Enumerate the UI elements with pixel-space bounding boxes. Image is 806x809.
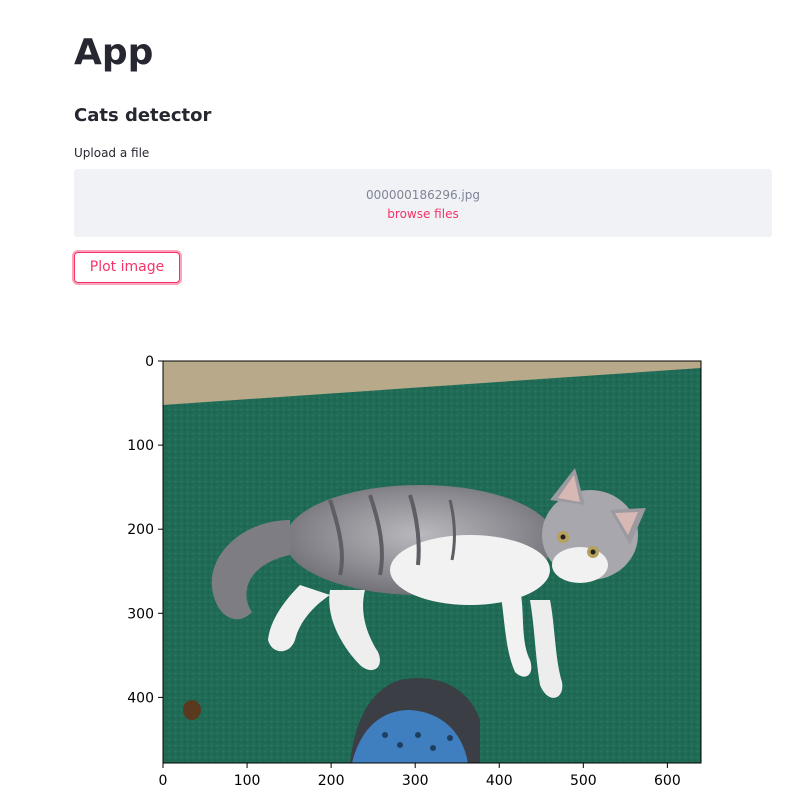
- cat-photo: [163, 361, 701, 763]
- x-tick-label: 300: [402, 773, 429, 789]
- x-tick-label: 400: [486, 773, 513, 789]
- y-tick-label: 100: [127, 438, 154, 454]
- x-tick-label: 0: [159, 773, 168, 789]
- x-tick-label: 600: [654, 773, 681, 789]
- y-tick-label: 0: [145, 354, 154, 370]
- x-axis: 0 100 200 300 400 500 600: [159, 763, 681, 789]
- y-tick-label: 300: [127, 606, 154, 622]
- small-object: [183, 700, 201, 720]
- image-plot: 0 100 200 300 400 500 600 0 100 200 300 400: [0, 0, 806, 809]
- x-tick-label: 500: [570, 773, 597, 789]
- streamlit-page: App Cats detector Upload a file 00000018…: [0, 0, 806, 809]
- x-tick-label: 100: [234, 773, 261, 789]
- y-axis: 0 100 200 300 400: [127, 354, 163, 706]
- y-tick-label: 200: [127, 522, 154, 538]
- y-tick-label: 400: [127, 690, 154, 706]
- x-tick-label: 200: [318, 773, 345, 789]
- image-plot-svg: 0 100 200 300 400 500 600 0 100 200 300 400: [127, 354, 702, 789]
